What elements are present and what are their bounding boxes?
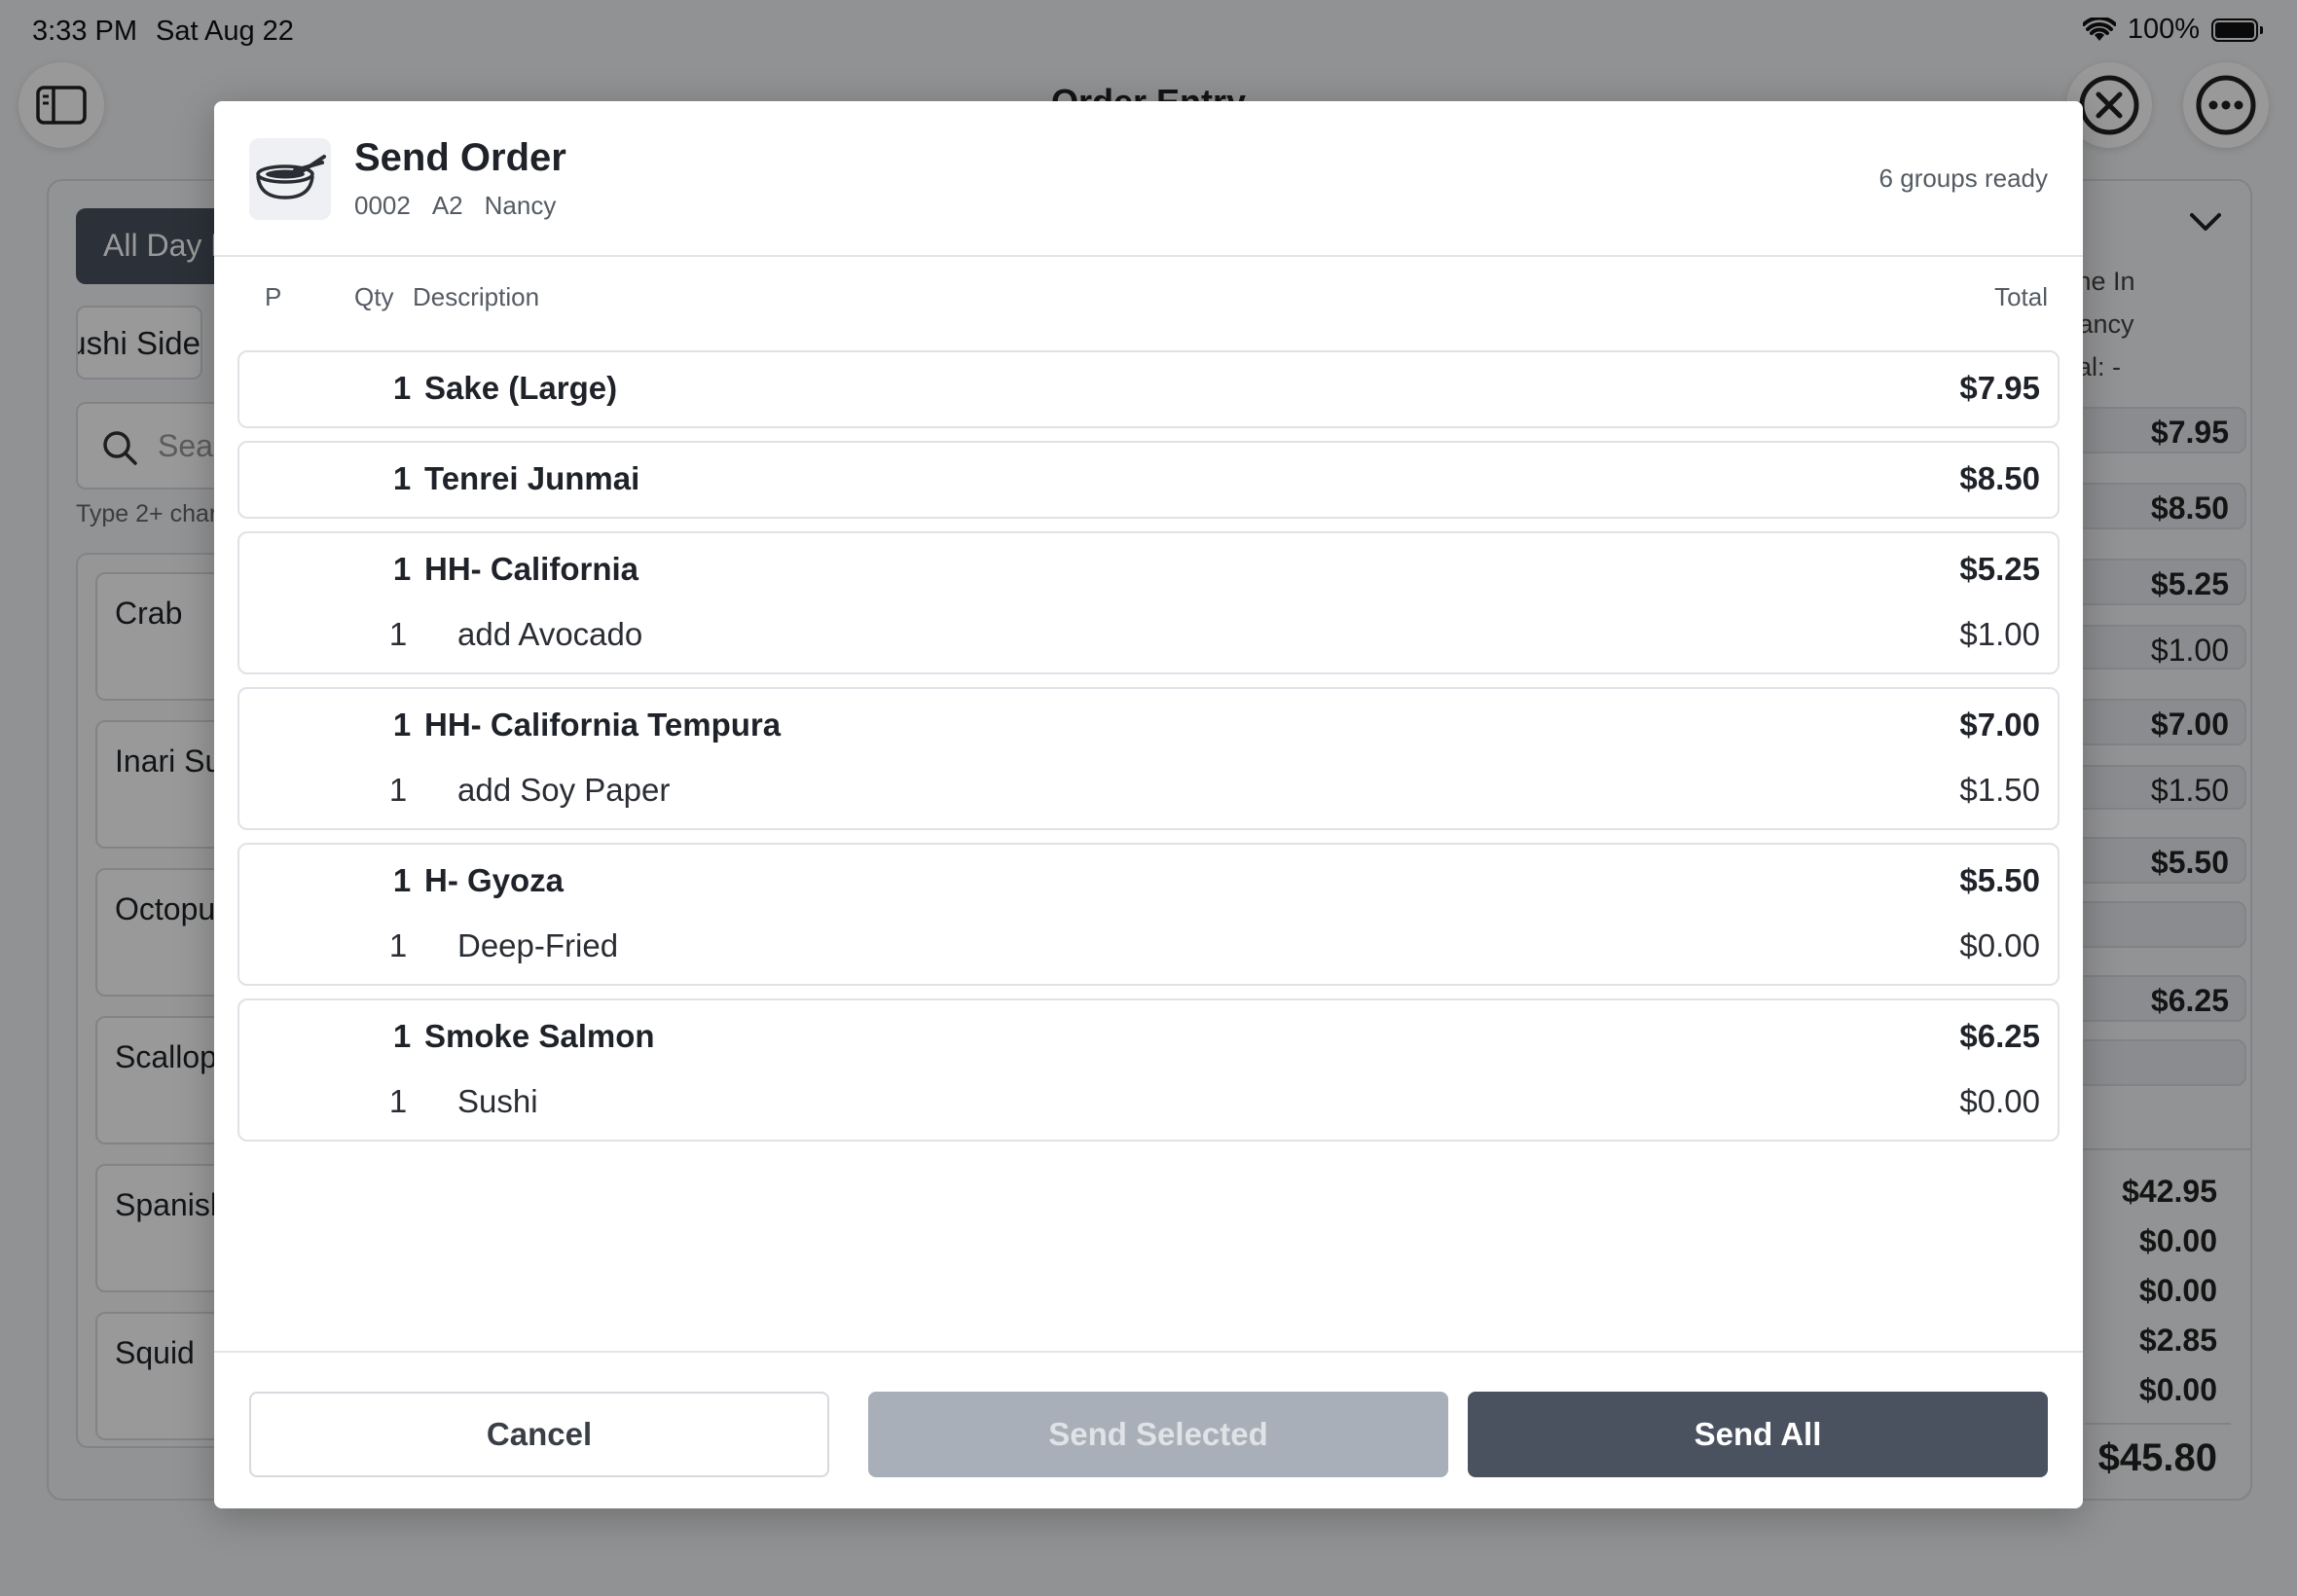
send-order-dialog: Send Order 0002 A2 Nancy 6 groups ready …: [214, 101, 2083, 1508]
order-line: 1 Sake (Large) $7.95: [239, 370, 2058, 409]
cancel-button[interactable]: Cancel: [249, 1392, 829, 1477]
groups-ready-status: 6 groups ready: [1878, 163, 2048, 193]
order-line: 1 Smoke Salmon $6.25: [239, 1018, 2058, 1057]
line-description: Tenrei Junmai: [424, 460, 640, 496]
order-line: 1 Tenrei Junmai $8.50: [239, 460, 2058, 499]
line-qty: 1: [388, 927, 408, 963]
line-description: add Avocado: [457, 616, 643, 652]
line-price: $5.25: [1959, 551, 2040, 587]
line-qty: 1: [388, 616, 408, 652]
column-headers: P Qty Description Total: [214, 274, 2083, 323]
line-qty: 1: [388, 1083, 408, 1119]
modifier-line: 1 Deep-Fried $0.00: [239, 927, 2058, 966]
line-qty: 1: [392, 1018, 412, 1054]
column-header-total: Total: [1994, 282, 2048, 311]
modifier-line: 1 Sushi $0.00: [239, 1083, 2058, 1122]
line-description: HH- California Tempura: [424, 707, 782, 743]
line-qty: 1: [392, 370, 412, 406]
order-line: 1 HH- California Tempura $7.00: [239, 707, 2058, 745]
line-price: $7.95: [1959, 370, 2040, 406]
order-line: 1 HH- California $5.25: [239, 551, 2058, 590]
order-group[interactable]: 1 Smoke Salmon $6.25 1 Sushi $0.00: [237, 998, 2060, 1142]
order-group[interactable]: 1 Sake (Large) $7.95: [237, 350, 2060, 428]
bowl-icon: [249, 138, 331, 220]
order-meta: 0002 A2 Nancy: [354, 191, 556, 221]
line-description: HH- California: [424, 551, 639, 587]
line-qty: 1: [388, 772, 408, 808]
line-description: Smoke Salmon: [424, 1018, 655, 1054]
line-description: Sushi: [457, 1083, 538, 1119]
line-description: Sake (Large): [424, 370, 618, 406]
line-price: $0.00: [1959, 1083, 2040, 1119]
line-price: $0.00: [1959, 927, 2040, 963]
order-group[interactable]: 1 HH- California Tempura $7.00 1 add Soy…: [237, 687, 2060, 830]
line-qty: 1: [392, 707, 412, 743]
line-qty: 1: [392, 862, 412, 898]
modifier-line: 1 add Soy Paper $1.50: [239, 772, 2058, 811]
line-price: $6.25: [1959, 1018, 2040, 1054]
dialog-footer: Cancel Send Selected Send All: [214, 1351, 2083, 1508]
dialog-header: Send Order 0002 A2 Nancy 6 groups ready: [214, 101, 2083, 257]
column-header-priority: P: [265, 282, 282, 311]
line-price: $8.50: [1959, 460, 2040, 496]
column-header-qty: Qty: [354, 282, 394, 311]
line-price: $7.00: [1959, 707, 2040, 743]
order-line: 1 H- Gyoza $5.50: [239, 862, 2058, 901]
order-group[interactable]: 1 H- Gyoza $5.50 1 Deep-Fried $0.00: [237, 843, 2060, 986]
column-header-description: Description: [413, 282, 540, 311]
line-description: H- Gyoza: [424, 862, 565, 898]
line-qty: 1: [392, 551, 412, 587]
line-qty: 1: [392, 460, 412, 496]
line-price: $5.50: [1959, 862, 2040, 898]
table-number: A2: [431, 191, 463, 220]
order-number: 0002: [354, 191, 411, 220]
line-price: $1.00: [1959, 616, 2040, 652]
order-group[interactable]: 1 HH- California $5.25 1 add Avocado $1.…: [237, 531, 2060, 674]
modifier-line: 1 add Avocado $1.00: [239, 616, 2058, 655]
line-price: $1.50: [1959, 772, 2040, 808]
dialog-title: Send Order: [354, 136, 566, 179]
line-description: add Soy Paper: [457, 772, 671, 808]
order-group[interactable]: 1 Tenrei Junmai $8.50: [237, 441, 2060, 519]
send-all-button[interactable]: Send All: [1468, 1392, 2048, 1477]
send-selected-button[interactable]: Send Selected: [868, 1392, 1448, 1477]
server-name: Nancy: [484, 191, 557, 220]
line-description: Deep-Fried: [457, 927, 619, 963]
